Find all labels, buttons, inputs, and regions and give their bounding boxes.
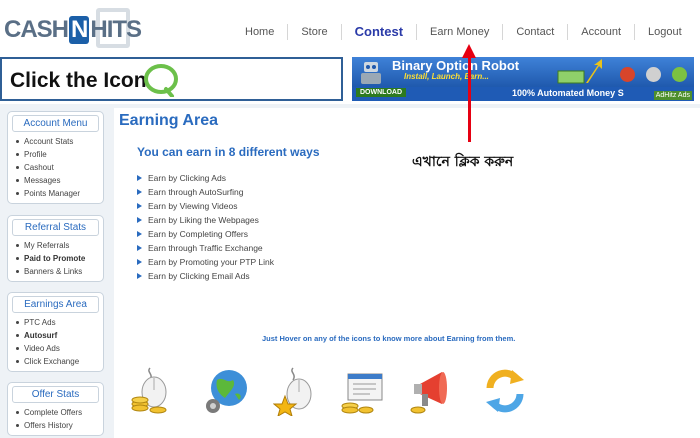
sidebar-item-profile[interactable]: Profile [12, 148, 99, 161]
sidebar-item-paid-to-promote[interactable]: Paid to Promote [12, 252, 99, 265]
earn-ways-heading: You can earn in 8 different ways [137, 145, 320, 159]
annotation-text: এখানে ক্লিক করুন [412, 154, 514, 170]
apple-icon [646, 67, 661, 82]
nav-contact[interactable]: Contact [503, 24, 569, 40]
nav-earn-money[interactable]: Earn Money [417, 24, 504, 40]
list-item: Earn by Clicking Ads [135, 171, 274, 185]
sidebar-item-complete-offers[interactable]: Complete Offers [12, 406, 99, 419]
mouse-star-icon[interactable] [273, 366, 319, 416]
refresh-icon[interactable] [482, 366, 528, 416]
list-item: Earn by Promoting your PTP Link [135, 255, 274, 269]
binary-option-robot-ad[interactable]: Binary Option Robot Install, Launch, Ear… [352, 57, 694, 101]
nav-contest[interactable]: Contest [342, 24, 418, 40]
sidebar-item-video-ads[interactable]: Video Ads [12, 342, 99, 355]
site-logo[interactable]: CASH N HITS [4, 6, 142, 50]
click-the-icon-banner[interactable]: Click the Icon [0, 57, 343, 101]
logo-text: CASH N HITS [4, 16, 142, 44]
account-menu-box: Account Menu Account Stats Profile Casho… [7, 111, 104, 204]
mouse-coins-icon[interactable] [128, 366, 174, 416]
sidebar-item-autosurf[interactable]: Autosurf [12, 329, 99, 342]
hover-instruction: Just Hover on any of the icons to know m… [262, 334, 516, 343]
earnings-area-title: Earnings Area [12, 296, 99, 313]
annotation-arrow-shaft [468, 52, 471, 142]
nav-logout[interactable]: Logout [635, 24, 695, 40]
nav-store[interactable]: Store [288, 24, 342, 40]
annotation-arrow-icon [462, 44, 476, 58]
page-title: Earning Area [119, 112, 218, 129]
account-menu-title: Account Menu [12, 115, 99, 132]
money-arrow-icon [557, 59, 602, 84]
banner-left-label: Click the Icon [10, 69, 147, 92]
referral-stats-title: Referral Stats [12, 219, 99, 236]
android-icon [672, 67, 687, 82]
referral-stats-box: Referral Stats My Referrals Paid to Prom… [7, 215, 104, 282]
sidebar-item-cashout[interactable]: Cashout [12, 161, 99, 174]
robot-icon [361, 62, 381, 84]
offer-stats-box: Offer Stats Complete Offers Offers Histo… [7, 382, 104, 436]
sidebar-item-messages[interactable]: Messages [12, 174, 99, 187]
ad-title: Binary Option Robot [392, 58, 520, 73]
list-item: Earn by Liking the Webpages [135, 213, 274, 227]
sidebar-item-banners-links[interactable]: Banners & Links [12, 265, 99, 278]
nav-account[interactable]: Account [568, 24, 636, 40]
sidebar-item-click-exchange[interactable]: Click Exchange [12, 355, 99, 368]
nav-home[interactable]: Home [232, 24, 289, 40]
form-coins-icon[interactable] [340, 366, 386, 416]
list-item: Earn by Completing Offers [135, 227, 274, 241]
ad-tagline: 100% Automated Money S [512, 88, 624, 98]
sidebar-item-ptc-ads[interactable]: PTC Ads [12, 316, 99, 329]
q-logo-icon [144, 64, 178, 97]
list-item: Earn by Clicking Email Ads [135, 269, 274, 283]
ad-download-button[interactable]: DOWNLOAD [356, 88, 406, 97]
sidebar-item-points-manager[interactable]: Points Manager [12, 187, 99, 200]
sidebar-item-account-stats[interactable]: Account Stats [12, 135, 99, 148]
globe-gear-icon[interactable] [203, 366, 249, 416]
list-item: Earn through Traffic Exchange [135, 241, 274, 255]
list-item: Earn by Viewing Videos [135, 199, 274, 213]
megaphone-icon[interactable] [410, 366, 456, 416]
windows-icon [620, 67, 635, 82]
earn-ways-list: Earn by Clicking Ads Earn through AutoSu… [135, 171, 274, 283]
adhitz-badge[interactable]: AdHitz Ads [653, 91, 692, 100]
main-nav: Home Store Contest Earn Money Contact Ac… [232, 20, 695, 44]
ad-subtitle: Install, Launch, Earn... [404, 72, 489, 81]
sidebar-item-offers-history[interactable]: Offers History [12, 419, 99, 432]
sidebar-item-my-referrals[interactable]: My Referrals [12, 239, 99, 252]
earnings-area-box: Earnings Area PTC Ads Autosurf Video Ads… [7, 292, 104, 372]
list-item: Earn through AutoSurfing [135, 185, 274, 199]
offer-stats-title: Offer Stats [12, 386, 99, 403]
